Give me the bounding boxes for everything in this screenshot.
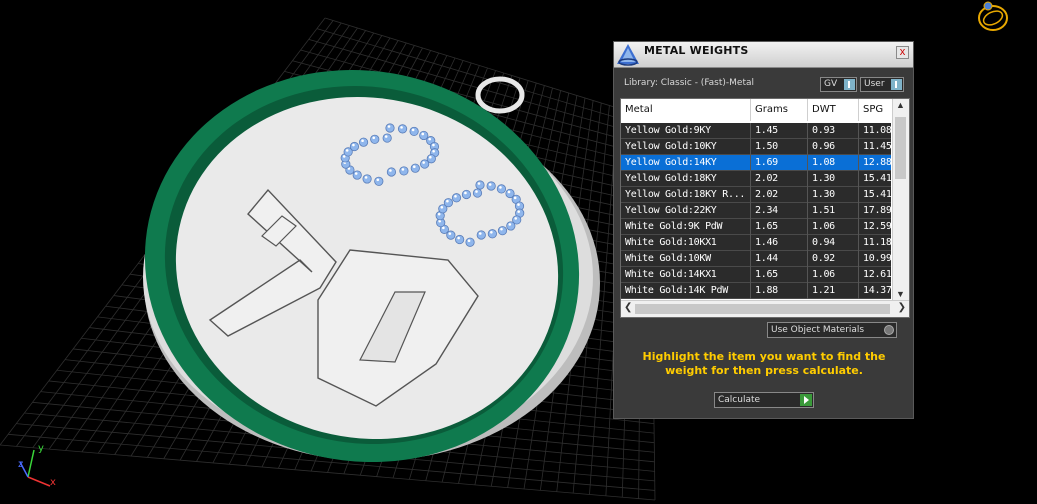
- cell-metal: Yellow Gold:9KY: [621, 123, 751, 139]
- cell-grams: 2.02: [751, 187, 808, 203]
- cell-grams: 1.88: [751, 283, 808, 299]
- table-row[interactable]: Yellow Gold:14KY 1.69 1.08 12.88: [621, 155, 909, 171]
- cell-metal: Yellow Gold:14KY: [621, 155, 751, 171]
- cell-dwt: 1.51: [808, 203, 859, 219]
- horizontal-scrollbar[interactable]: ❮ ❯: [621, 300, 909, 317]
- cell-grams: 1.45: [751, 123, 808, 139]
- cell-grams: 1.65: [751, 267, 808, 283]
- cell-metal: White Gold:10KW: [621, 251, 751, 267]
- column-header-metal[interactable]: Metal: [621, 99, 751, 121]
- axis-z-label: z: [18, 459, 24, 470]
- user-toggle-label: User: [864, 79, 885, 89]
- cell-metal: Yellow Gold:18KY R...: [621, 187, 751, 203]
- table-row[interactable]: Yellow Gold:18KY R... 2.02 1.30 15.41: [621, 187, 909, 203]
- table-row[interactable]: Yellow Gold:10KY 1.50 0.96 11.45: [621, 139, 909, 155]
- table-row[interactable]: White Gold:10KW 1.44 0.92 10.99: [621, 251, 909, 267]
- cell-metal: Yellow Gold:22KY: [621, 203, 751, 219]
- cell-metal: White Gold:9K PdW: [621, 219, 751, 235]
- close-button[interactable]: x: [896, 46, 909, 59]
- orbit-navigation-icon[interactable]: [973, 0, 1013, 36]
- table-row[interactable]: Yellow Gold:9KY 1.45 0.93 11.08: [621, 123, 909, 139]
- library-label: Library: Classic - (Fast)-Metal: [624, 78, 755, 88]
- axis-x-label: x: [50, 477, 56, 488]
- table-row[interactable]: White Gold:14KX1 1.65 1.06 12.61: [621, 267, 909, 283]
- vertical-scroll-thumb[interactable]: [895, 117, 906, 179]
- table-row[interactable]: White Gold:14K PdW 1.88 1.21 14.37: [621, 283, 909, 299]
- table-row[interactable]: White Gold:9K PdW 1.65 1.06 12.59: [621, 219, 909, 235]
- instruction-text: Highlight the item you want to find the …: [642, 350, 886, 377]
- scroll-down-icon[interactable]: ▼: [896, 289, 905, 299]
- table-row[interactable]: Yellow Gold:22KY 2.34 1.51 17.89: [621, 203, 909, 219]
- cell-grams: 2.02: [751, 171, 808, 187]
- axis-y-label: y: [38, 443, 44, 454]
- cell-dwt: 1.30: [808, 187, 859, 203]
- cell-grams: 1.65: [751, 219, 808, 235]
- use-object-materials-option[interactable]: Use Object Materials: [767, 322, 897, 338]
- column-header-dwt[interactable]: DWT: [808, 99, 859, 121]
- cell-metal: White Gold:14K PdW: [621, 283, 751, 299]
- scroll-up-icon[interactable]: ▲: [896, 100, 905, 110]
- cell-grams: 2.34: [751, 203, 808, 219]
- metal-weights-panel: METAL WEIGHTS x Library: Classic - (Fast…: [613, 41, 914, 419]
- table-header: Metal Grams DWT SPG: [621, 99, 909, 121]
- cell-dwt: 0.92: [808, 251, 859, 267]
- scroll-right-icon[interactable]: ❯: [898, 302, 906, 313]
- cell-grams: 1.46: [751, 235, 808, 251]
- cell-metal: Yellow Gold:18KY: [621, 171, 751, 187]
- cell-dwt: 1.08: [808, 155, 859, 171]
- column-header-grams[interactable]: Grams: [751, 99, 808, 121]
- user-toggle[interactable]: User: [860, 77, 904, 92]
- use-object-materials-label: Use Object Materials: [771, 325, 865, 335]
- axis-y-line: [27, 449, 35, 478]
- scroll-left-icon[interactable]: ❮: [624, 302, 632, 313]
- table-row[interactable]: White Gold:10KX1 1.46 0.94 11.18: [621, 235, 909, 251]
- metal-table: Metal Grams DWT SPG Yellow Gold:9KY 1.45 0.93…: [620, 98, 910, 318]
- cell-metal: White Gold:10KX1: [621, 235, 751, 251]
- cell-dwt: 1.06: [808, 267, 859, 283]
- table-body: Yellow Gold:9KY 1.45 0.93 11.08 Yellow Gold:…: [621, 123, 909, 299]
- user-toggle-switch-icon[interactable]: [891, 79, 902, 90]
- cell-metal: White Gold:14KX1: [621, 267, 751, 283]
- cell-dwt: 1.21: [808, 283, 859, 299]
- ring-app-icon: [617, 44, 639, 66]
- cell-grams: 1.69: [751, 155, 808, 171]
- gv-toggle-label: GV: [824, 79, 838, 89]
- cell-dwt: 0.96: [808, 139, 859, 155]
- cell-grams: 1.44: [751, 251, 808, 267]
- horizontal-scroll-thumb[interactable]: [635, 304, 890, 314]
- gv-toggle[interactable]: GV: [820, 77, 857, 92]
- play-arrow-icon[interactable]: [800, 394, 812, 406]
- cell-dwt: 1.06: [808, 219, 859, 235]
- use-object-materials-radio[interactable]: [884, 325, 894, 335]
- cell-dwt: 0.94: [808, 235, 859, 251]
- cell-metal: Yellow Gold:10KY: [621, 139, 751, 155]
- cell-dwt: 1.30: [808, 171, 859, 187]
- calculate-label: Calculate: [718, 395, 761, 405]
- table-row[interactable]: Yellow Gold:18KY 2.02 1.30 15.41: [621, 171, 909, 187]
- panel-header[interactable]: METAL WEIGHTS x: [614, 42, 913, 68]
- calculate-button[interactable]: Calculate: [714, 392, 814, 408]
- vertical-scrollbar[interactable]: ▲ ▼: [892, 99, 909, 300]
- panel-title: METAL WEIGHTS: [644, 44, 749, 57]
- cell-grams: 1.50: [751, 139, 808, 155]
- axis-x-line: [27, 476, 51, 487]
- cell-dwt: 0.93: [808, 123, 859, 139]
- gv-toggle-switch-icon[interactable]: [844, 79, 855, 90]
